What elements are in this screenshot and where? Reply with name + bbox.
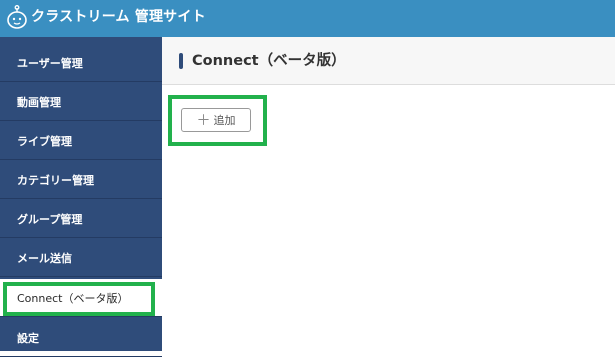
sidebar-item-settings[interactable]: 設定 (0, 319, 162, 357)
sidebar-item-categories[interactable]: カテゴリー管理 (0, 161, 162, 199)
sidebar-item-label: 設定 (17, 331, 39, 345)
highlight-box-add (168, 95, 267, 146)
sidebar-item-label: カテゴリー管理 (17, 173, 94, 187)
page-header: Connect（ベータ版） (162, 37, 615, 85)
app-title: クラストリーム 管理サイト (31, 9, 206, 25)
sidebar-item-groups[interactable]: グループ管理 (0, 200, 162, 238)
sidebar-item-videos[interactable]: 動画管理 (0, 83, 162, 121)
title-accent-bar (179, 53, 183, 69)
sidebar-item-label: ライブ管理 (17, 134, 72, 148)
sidebar-item-mail[interactable]: メール送信 (0, 239, 162, 277)
sidebar-item-live[interactable]: ライブ管理 (0, 122, 162, 160)
sidebar-item-users[interactable]: ユーザー管理 (0, 44, 162, 82)
sidebar-item-label: ユーザー管理 (17, 56, 83, 70)
sidebar-item-label: メール送信 (17, 251, 72, 265)
sidebar-item-label: 動画管理 (17, 95, 61, 109)
mascot-logo-icon[interactable] (6, 5, 28, 29)
top-header: クラストリーム 管理サイト (0, 0, 615, 37)
sidebar-item-label: グループ管理 (17, 212, 83, 226)
page-title: Connect（ベータ版） (192, 53, 346, 69)
highlight-box-connect (3, 282, 155, 316)
